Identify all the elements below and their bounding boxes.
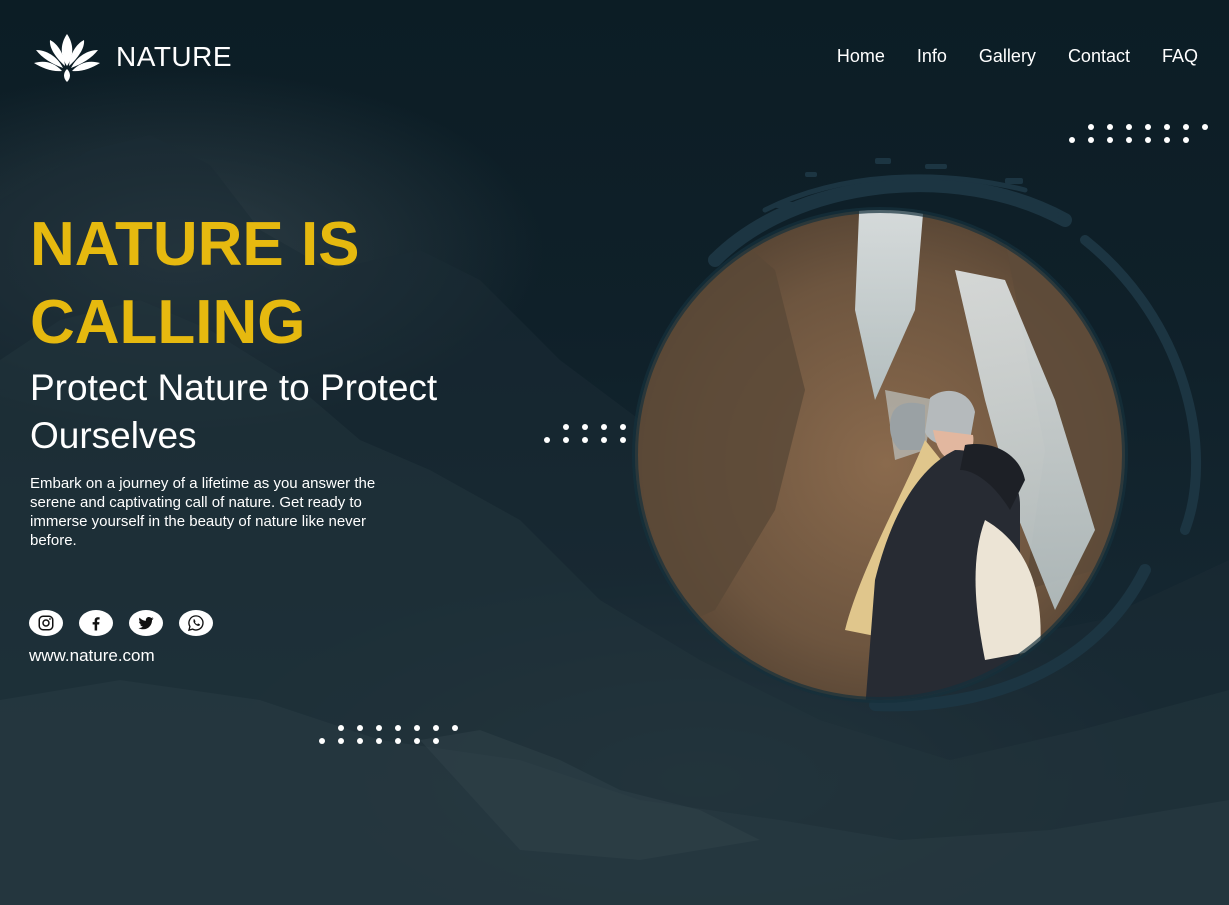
dot-pattern-bottom [319, 725, 458, 744]
nav-gallery[interactable]: Gallery [979, 46, 1036, 67]
whatsapp-icon [187, 615, 204, 632]
dot-pattern-top [1069, 124, 1208, 143]
lotus-icon [34, 34, 100, 82]
twitter-button[interactable] [129, 610, 163, 636]
nav-info[interactable]: Info [917, 46, 947, 67]
hero-photo-frame [625, 150, 1205, 720]
hero-photo [632, 158, 1202, 712]
nav-faq[interactable]: FAQ [1162, 46, 1198, 67]
nav-contact[interactable]: Contact [1068, 46, 1130, 67]
brand-name: NATURE [116, 41, 233, 72]
brand[interactable]: NATURE [32, 32, 232, 82]
whatsapp-button[interactable] [179, 610, 213, 636]
main-nav: Home Info Gallery Contact FAQ [837, 46, 1198, 67]
website-url[interactable]: www.nature.com [29, 646, 155, 666]
facebook-icon [92, 617, 100, 631]
twitter-icon [138, 617, 154, 630]
instagram-button[interactable] [29, 610, 63, 636]
hero-title: NATURE IS CALLING [30, 210, 360, 357]
social-links [29, 610, 213, 636]
hero-subtitle: Protect Nature to Protect Ourselves [30, 367, 438, 456]
hero-description: Embark on a journey of a lifetime as you… [30, 475, 376, 549]
nav-home[interactable]: Home [837, 46, 885, 67]
instagram-icon [38, 615, 54, 631]
facebook-button[interactable] [79, 610, 113, 636]
